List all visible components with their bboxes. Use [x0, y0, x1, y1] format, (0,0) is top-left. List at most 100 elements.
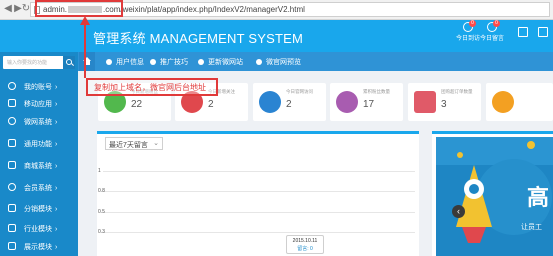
- stat-label: 今日官网访问: [286, 89, 313, 94]
- settings-icon: [538, 27, 548, 37]
- sidebar-item-label: 微网系统 ›: [24, 117, 57, 127]
- user-icon: [8, 82, 16, 90]
- sidebar-item-label: 行业模块 ›: [24, 224, 57, 234]
- sidebar-label-text: 行业模块: [24, 226, 52, 233]
- header-link-messages[interactable]: 0 今日留言: [477, 20, 507, 42]
- grid-icon: [518, 27, 528, 37]
- sidebar-label-text: 微网系统: [24, 119, 52, 126]
- grid-icon: [8, 99, 16, 107]
- y-tick-label: 0.5: [98, 209, 105, 215]
- home-icon[interactable]: [79, 52, 95, 71]
- chart-tooltip: 2015.10.11 留言: 0: [286, 235, 324, 254]
- sidebar-item-label: 我的账号 ›: [24, 82, 57, 92]
- menu-item-promotion[interactable]: 推广技巧: [150, 57, 188, 67]
- sidebar-item-distribution[interactable]: 分销模块 ›: [0, 200, 78, 216]
- grid-line: [103, 191, 415, 192]
- chevron-right-icon: ›: [55, 84, 58, 91]
- y-tick-label: 0.8: [98, 188, 105, 194]
- stat-value: 17: [363, 99, 375, 110]
- search-placeholder: 输入你要找的功能: [7, 60, 48, 66]
- annotation-arrow: [84, 18, 86, 78]
- sidebar-label-text: 通用功能: [24, 141, 52, 148]
- header-settings-button[interactable]: [528, 27, 553, 38]
- period-select-value: 最近7天留言: [109, 142, 148, 149]
- sidebar-item-display[interactable]: 展示模块 ›: [0, 238, 78, 254]
- tooltip-date: 2015.10.11: [292, 238, 318, 244]
- stat-label: 团购超订单数量: [441, 89, 473, 94]
- banner-prev-button[interactable]: ‹: [452, 205, 465, 218]
- search-input[interactable]: 输入你要找的功能: [3, 56, 75, 69]
- user-icon: [106, 59, 112, 65]
- cart-icon: [8, 161, 16, 169]
- stat-value: 2: [208, 99, 214, 110]
- stat-card-site-visits[interactable]: 今日官网访问 2: [253, 83, 326, 121]
- search-icon[interactable]: [63, 56, 75, 69]
- y-tick-label: 0.3: [98, 229, 105, 235]
- sidebar-item-microsite[interactable]: 微网系统 ›: [0, 113, 78, 129]
- menu-item-user-info[interactable]: 用户信息: [106, 57, 144, 67]
- message-badge: 0: [493, 20, 500, 27]
- sidebar-label-text: 移动应用: [24, 101, 52, 108]
- stat-value: 3: [441, 99, 447, 110]
- tools-icon: [8, 139, 16, 147]
- y-tick-label: 1: [98, 168, 101, 174]
- menu-item-label: 微官网预览: [266, 59, 301, 66]
- period-select[interactable]: 最近7天留言 ⌄: [105, 137, 163, 150]
- sidebar-item-industry[interactable]: 行业模块 ›: [0, 220, 78, 236]
- url-suffix: .com/weixin/plat/app/index.php/IndexV2/m…: [103, 5, 305, 14]
- sidebar-item-label: 移动应用 ›: [24, 99, 57, 109]
- chevron-right-icon: ›: [55, 119, 58, 126]
- grid-line: [103, 212, 415, 213]
- menu-item-label: 用户信息: [116, 59, 144, 66]
- sidebar-label-text: 展示模块: [24, 244, 52, 251]
- chevron-right-icon: ›: [55, 206, 58, 213]
- eye-icon: [256, 59, 262, 65]
- sidebar-item-mall[interactable]: 商城系统 ›: [0, 157, 78, 173]
- stat-card-revenue[interactable]: [486, 83, 553, 121]
- menu-item-label: 推广技巧: [160, 59, 188, 66]
- menu-item-preview[interactable]: 微官网预览: [256, 57, 301, 67]
- header-link-label: 今日留言: [479, 36, 504, 42]
- apps-icon: [8, 224, 16, 232]
- chevron-right-icon: ›: [55, 244, 58, 251]
- chevron-right-icon: ›: [55, 141, 58, 148]
- annotation-text: 复制加上域名，微官网后台地址: [94, 83, 206, 92]
- app-title: 管理系统 MANAGEMENT SYSTEM: [93, 31, 304, 46]
- banner-title: 高: [527, 185, 550, 210]
- sidebar-item-label: 会员系统 ›: [24, 183, 57, 193]
- sidebar-item-label: 通用功能 ›: [24, 139, 57, 149]
- menu-item-label: 更新微网站: [208, 59, 243, 66]
- display-icon: [8, 242, 16, 250]
- annotation-arrowhead: [80, 16, 90, 25]
- sidebar-item-members[interactable]: 会员系统 ›: [0, 179, 78, 195]
- globe-icon: [8, 117, 16, 125]
- menu-item-update-site[interactable]: 更新微网站: [198, 57, 243, 67]
- grid-line: [103, 171, 415, 172]
- sidebar-item-general[interactable]: 通用功能 ›: [0, 135, 78, 151]
- url-annotation-box: [35, 0, 123, 17]
- tooltip-value: 留言: 0: [297, 246, 313, 252]
- visit-badge: 0: [469, 20, 476, 27]
- users-icon: [336, 91, 358, 113]
- sidebar-label-text: 会员系统: [24, 185, 52, 192]
- logo-area: [0, 20, 78, 52]
- sidebar-item-mobile-apps[interactable]: 移动应用 ›: [0, 95, 78, 111]
- sidebar-label-text: 我的账号: [24, 84, 52, 91]
- grid-line: [103, 232, 415, 233]
- member-icon: [8, 183, 16, 191]
- stat-value: 22: [131, 99, 143, 110]
- chevron-right-icon: ›: [55, 226, 58, 233]
- stat-value: 2: [286, 99, 292, 110]
- stat-card-total-fans[interactable]: 累积粉丝数量 17: [330, 83, 403, 121]
- stat-card-group-orders[interactable]: 团购超订单数量 3: [408, 83, 481, 121]
- chevron-right-icon: ›: [55, 163, 58, 170]
- sidebar-item-account[interactable]: 我的账号 ›: [0, 78, 78, 94]
- sidebar-item-label: 商城系统 ›: [24, 161, 57, 171]
- document-icon: [414, 91, 436, 113]
- refresh-icon: [198, 59, 204, 65]
- sidebar-item-label: 展示模块 ›: [24, 242, 57, 252]
- banner-subtitle: 让员工: [521, 224, 542, 231]
- share-icon: [8, 204, 16, 212]
- yen-icon: [492, 91, 514, 113]
- chevron-right-icon: ›: [55, 101, 58, 108]
